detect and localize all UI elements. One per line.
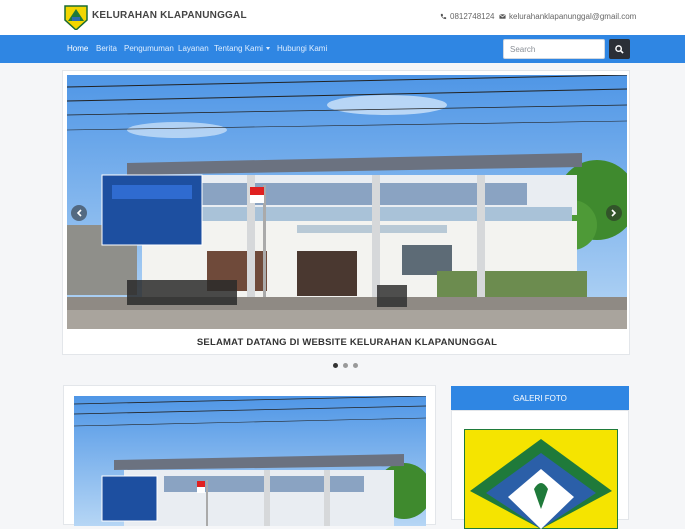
chevron-right-icon — [611, 209, 617, 217]
nav-layanan[interactable]: Layanan — [178, 44, 209, 53]
envelope-icon — [499, 14, 506, 19]
site-title[interactable]: KELURAHAN KLAPANUNGGAL — [92, 10, 247, 21]
nav-home[interactable]: Home — [67, 44, 88, 53]
chevron-down-icon — [265, 47, 270, 51]
slider-prev-button[interactable] — [71, 205, 87, 221]
nav-tentang-kami-label: Tentang Kami — [214, 44, 263, 53]
hero-slider: SELAMAT DATANG DI WEBSITE KELURAHAN KLAP… — [62, 70, 630, 355]
email-contact: kelurahanklapanunggal@gmail.com — [499, 12, 636, 21]
search-icon — [615, 44, 624, 54]
nav-pengumuman[interactable]: Pengumuman — [124, 44, 174, 53]
content-panel — [63, 385, 436, 526]
phone-icon — [440, 13, 447, 20]
nav-hubungi-kami[interactable]: Hubungi Kami — [277, 44, 327, 53]
nav-berita[interactable]: Berita — [96, 44, 117, 53]
slider-dot-2[interactable] — [343, 363, 348, 368]
phone-contact: 0812748124 — [440, 12, 495, 21]
office-building-image — [67, 75, 627, 329]
search-button[interactable] — [609, 39, 630, 59]
logo-icon[interactable] — [63, 4, 89, 30]
top-bar: KELURAHAN KLAPANUNGGAL 0812748124 kelura… — [0, 0, 685, 35]
email-address: kelurahanklapanunggal@gmail.com — [509, 12, 637, 21]
slider-dot-3[interactable] — [353, 363, 358, 368]
slider-dot-1[interactable] — [333, 363, 338, 368]
nav-tentang-kami[interactable]: Tentang Kami — [214, 44, 270, 53]
slider-next-button[interactable] — [606, 205, 622, 221]
office-building-thumbnail — [74, 396, 426, 526]
slider-indicators — [333, 363, 358, 368]
search-input[interactable] — [503, 39, 605, 59]
slide-photo — [67, 75, 627, 329]
gallery-title: GALERI FOTO — [451, 386, 629, 410]
emblem-image — [464, 429, 618, 529]
gallery-box — [451, 410, 629, 529]
slide-caption: SELAMAT DATANG DI WEBSITE KELURAHAN KLAP… — [196, 337, 498, 348]
chevron-left-icon — [76, 209, 82, 217]
phone-number: 0812748124 — [450, 12, 495, 21]
gallery-image[interactable] — [464, 429, 618, 529]
article-photo[interactable] — [74, 396, 426, 526]
